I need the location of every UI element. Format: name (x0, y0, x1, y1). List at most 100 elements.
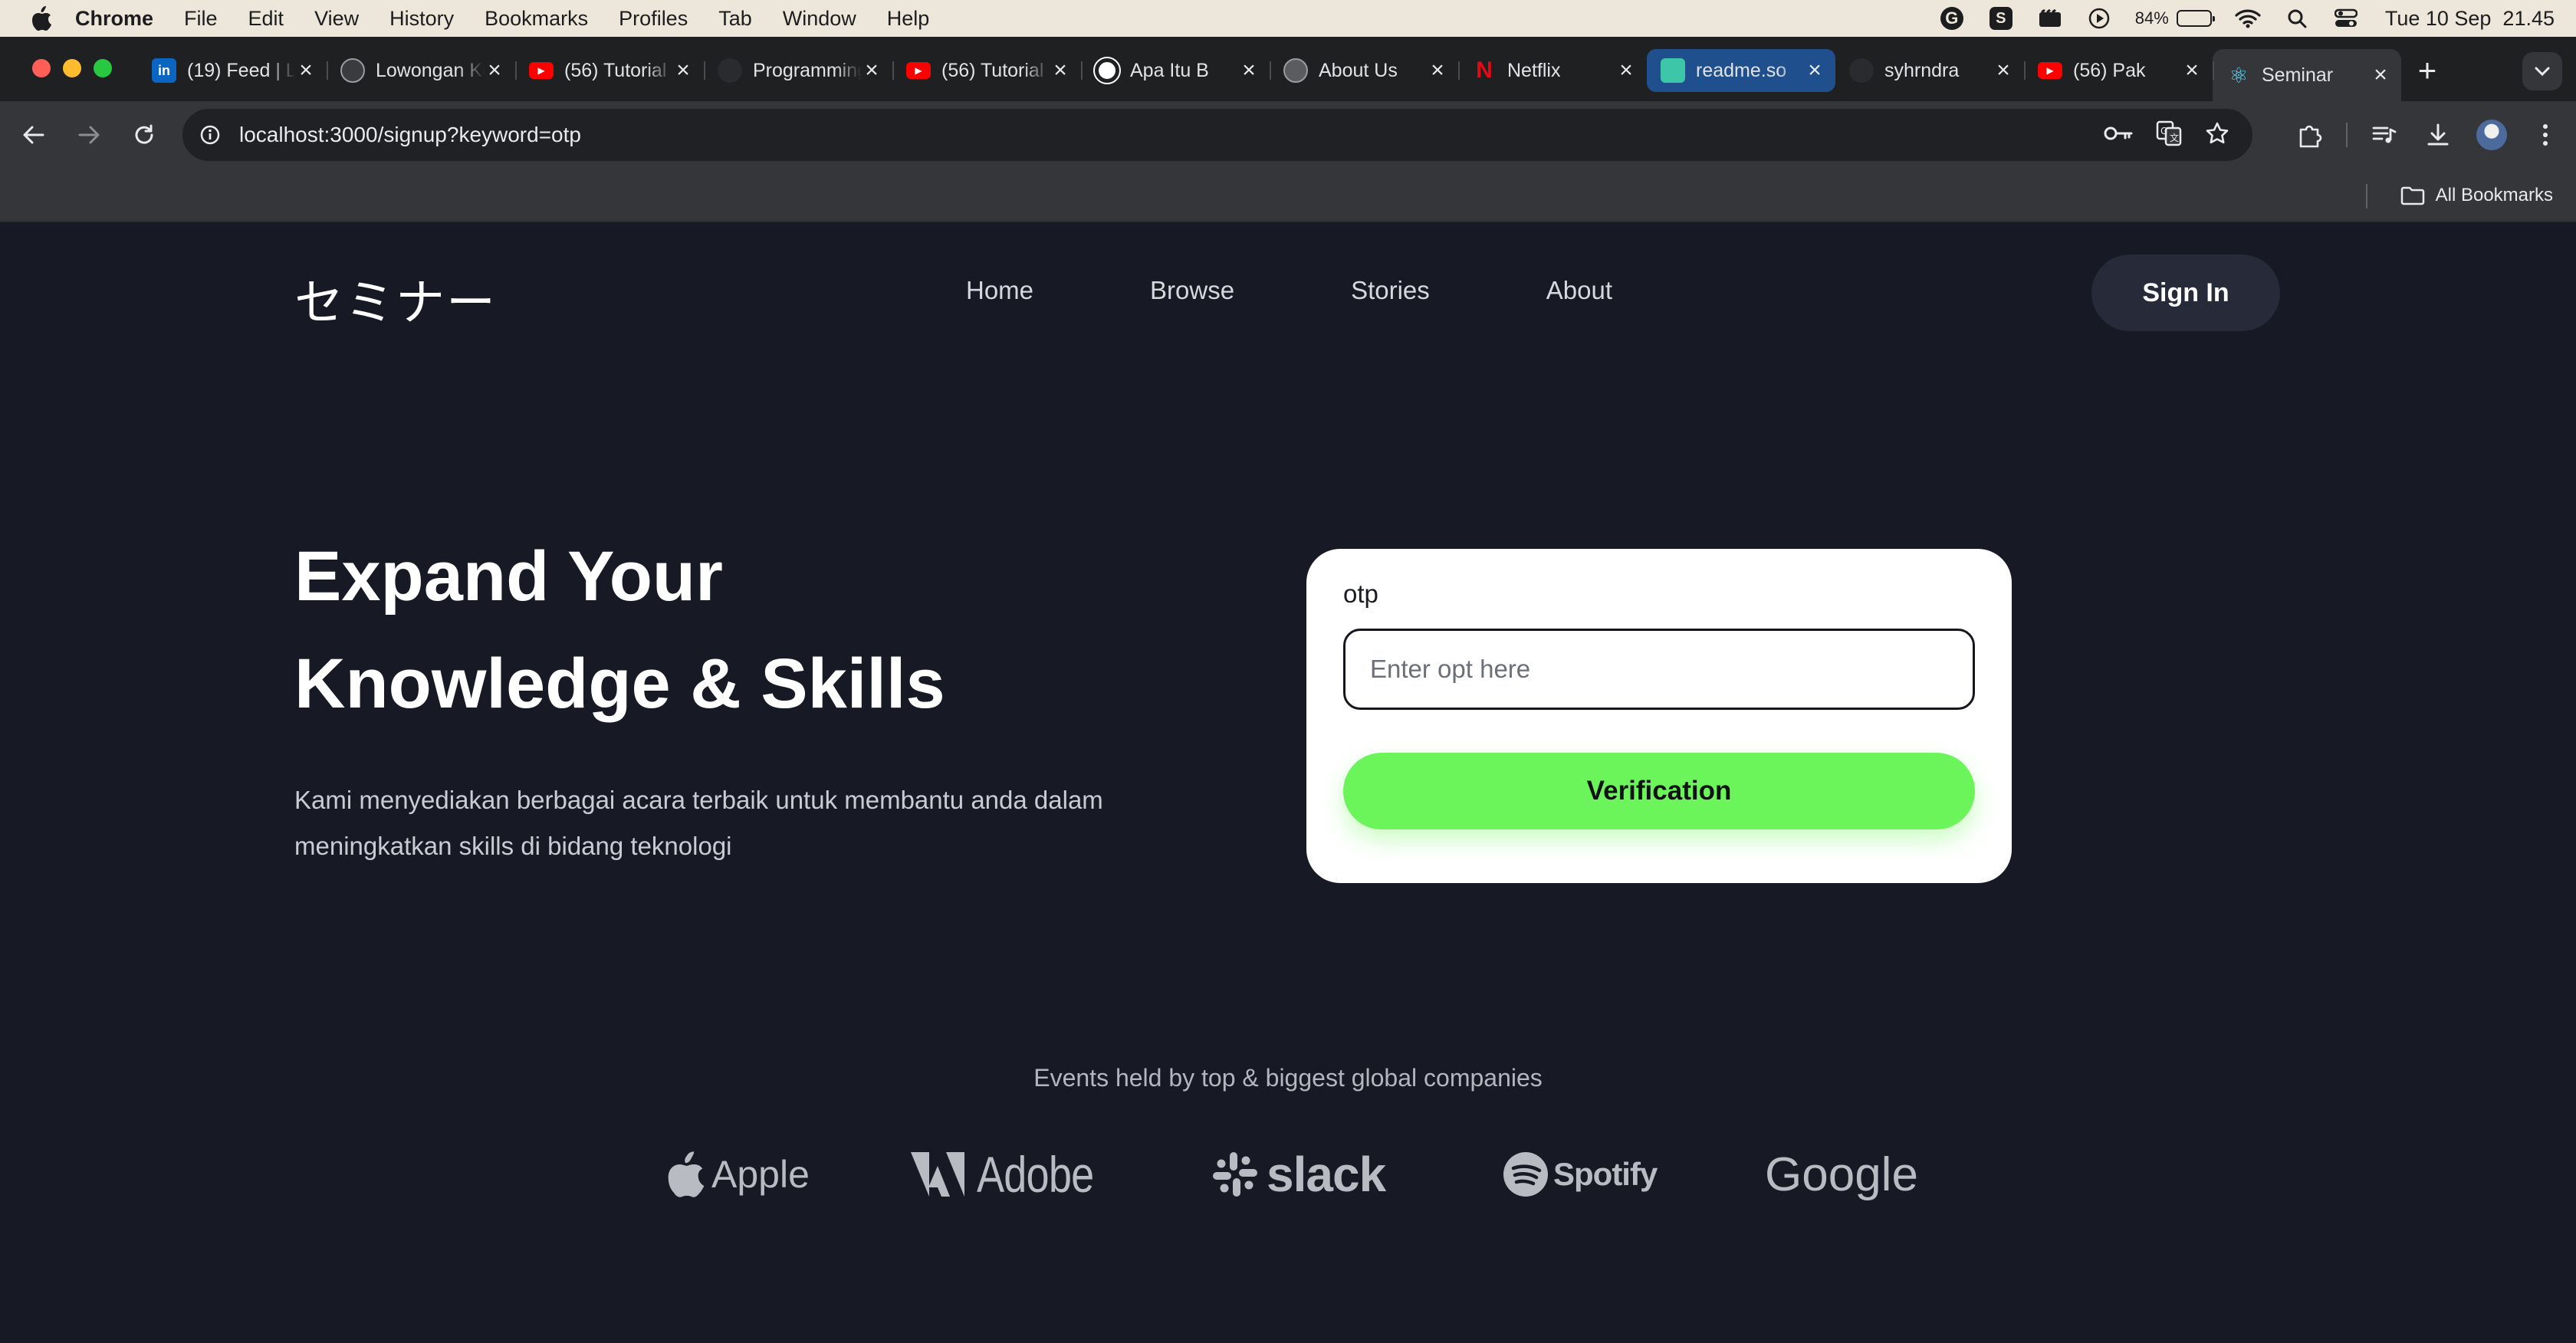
close-tab-icon[interactable]: × (1050, 59, 1070, 82)
browser-menu-icon[interactable] (2528, 118, 2562, 152)
minimize-window-button[interactable] (63, 59, 81, 77)
browser-tab[interactable]: N Netflix × (1458, 49, 1647, 92)
github-icon (1849, 58, 1874, 83)
control-center-icon[interactable] (2333, 5, 2359, 31)
spotlight-search-icon[interactable] (2284, 5, 2310, 31)
close-tab-icon[interactable]: × (485, 59, 504, 82)
close-tab-icon[interactable]: × (1428, 59, 1447, 82)
password-key-icon[interactable] (2104, 125, 2133, 146)
close-tab-icon[interactable]: × (1239, 59, 1259, 82)
menu-window[interactable]: Window (783, 7, 856, 31)
linkedin-icon: in (152, 58, 176, 83)
hero-title: Expand Your Knowledge & Skills (294, 523, 1214, 737)
close-tab-icon[interactable]: × (296, 59, 316, 82)
clapper-icon[interactable] (2037, 5, 2063, 31)
browser-tab[interactable]: readme.so × (1647, 49, 1835, 92)
hero-title-line-1: Expand Your (294, 537, 723, 616)
otp-input[interactable] (1343, 629, 1975, 710)
all-bookmarks-button[interactable]: All Bookmarks (2400, 169, 2553, 222)
extensions-puzzle-icon[interactable] (2292, 118, 2326, 152)
slack-icon (1213, 1152, 1257, 1197)
window-controls (32, 59, 112, 77)
apple-icon (668, 1151, 705, 1197)
menu-history[interactable]: History (389, 7, 454, 31)
browser-tab[interactable]: in (19) Feed | LinkedIn× (138, 49, 327, 92)
menu-help[interactable]: Help (887, 7, 930, 31)
menu-bookmarks[interactable]: Bookmarks (485, 7, 588, 31)
browser-tab[interactable]: ⚛ Seminar × (2213, 49, 2401, 101)
back-button[interactable] (11, 112, 57, 158)
close-tab-icon[interactable]: × (2371, 64, 2390, 87)
close-tab-icon[interactable]: × (673, 59, 693, 82)
close-tab-icon[interactable]: × (1993, 59, 2013, 82)
tab-search-button[interactable] (2522, 52, 2562, 90)
nav-browse-link[interactable]: Browse (1150, 276, 1234, 305)
svg-text:文: 文 (2170, 132, 2179, 143)
close-window-button[interactable] (32, 59, 51, 77)
google-wordmark: Google (1765, 1148, 1918, 1201)
menu-profiles[interactable]: Profiles (619, 7, 688, 31)
close-tab-icon[interactable]: × (862, 59, 882, 82)
browser-tab[interactable]: Lowongan Kerja× (327, 49, 515, 92)
browser-tab[interactable]: syhrndra × (1835, 49, 2024, 92)
site-info-icon[interactable] (198, 123, 222, 147)
slack-logo: slack (1211, 1136, 1386, 1213)
verification-button[interactable]: Verification (1343, 753, 1975, 829)
translate-icon[interactable]: G文 (2156, 120, 2182, 150)
wifi-icon[interactable] (2235, 5, 2261, 31)
github-icon (718, 58, 742, 83)
nav-home-link[interactable]: Home (966, 276, 1033, 305)
tab-title: (56) Tutorial (564, 59, 667, 81)
close-tab-icon[interactable]: × (1805, 59, 1825, 82)
url-text[interactable]: localhost:3000/signup?keyword=otp (239, 123, 581, 147)
battery-icon (2176, 10, 2215, 27)
spotify-icon (1503, 1152, 1548, 1197)
tab-title: Apa Itu B (1130, 59, 1209, 81)
tab-title: readme.so (1696, 59, 1787, 81)
menu-tab[interactable]: Tab (718, 7, 752, 31)
close-tab-icon[interactable]: × (2182, 59, 2202, 82)
menu-view[interactable]: View (314, 7, 359, 31)
address-bar[interactable]: localhost:3000/signup?keyword=otp G文 (182, 109, 2252, 161)
browser-tab[interactable]: About Us × (1270, 49, 1458, 92)
profile-avatar[interactable] (2475, 118, 2509, 152)
close-tab-icon[interactable]: × (1616, 59, 1636, 82)
youtube-icon: ▶ (906, 62, 931, 79)
grammarly-icon[interactable]: G (1939, 5, 1965, 31)
forward-button[interactable] (66, 112, 112, 158)
tab-title: (56) Tutorial (941, 59, 1044, 81)
nav-about-link[interactable]: About (1546, 276, 1612, 305)
bookmark-star-icon[interactable] (2205, 121, 2229, 149)
tab-title: Programming (753, 59, 862, 81)
adobe-logo: Adobe (911, 1136, 1119, 1213)
battery-percent: 84% (2134, 8, 2169, 28)
apple-menu-icon[interactable] (31, 6, 52, 31)
nav-stories-link[interactable]: Stories (1351, 276, 1430, 305)
hero-description: Kami menyediakan berbagai acara terbaik … (294, 786, 1103, 860)
sign-in-button[interactable]: Sign In (2091, 254, 2280, 331)
s-app-icon[interactable]: S (1988, 5, 2014, 31)
browser-tab[interactable]: Programming × (704, 49, 892, 92)
media-queue-icon[interactable] (2367, 118, 2401, 152)
browser-tab[interactable]: ▶ (56) Tutorial × (515, 49, 704, 92)
new-tab-button[interactable]: + (2406, 49, 2449, 92)
browser-tab[interactable]: ▶ (56) Pak × (2024, 49, 2213, 92)
zoom-window-button[interactable] (94, 59, 112, 77)
adobe-icon (911, 1152, 964, 1197)
menu-file[interactable]: File (184, 7, 218, 31)
otp-label: otp (1343, 580, 1378, 608)
browser-tab[interactable]: ▶ (56) Tutorial × (892, 49, 1081, 92)
browser-tab[interactable]: Apa Itu B × (1081, 49, 1270, 92)
menu-app-name[interactable]: Chrome (75, 7, 153, 31)
readme-icon (1661, 58, 1685, 83)
menu-edit[interactable]: Edit (248, 7, 284, 31)
play-circle-icon[interactable] (2086, 5, 2112, 31)
site-logo[interactable]: セミナー (294, 264, 497, 334)
spotify-logo: Spotify (1503, 1136, 1658, 1213)
slack-wordmark: slack (1267, 1147, 1386, 1202)
battery-indicator[interactable]: 84% (2134, 8, 2215, 28)
tab-title: (56) Pak (2073, 59, 2146, 81)
clock[interactable]: Tue 10 Sep 21.45 (2385, 7, 2555, 31)
reload-button[interactable] (121, 112, 167, 158)
downloads-icon[interactable] (2421, 118, 2455, 152)
